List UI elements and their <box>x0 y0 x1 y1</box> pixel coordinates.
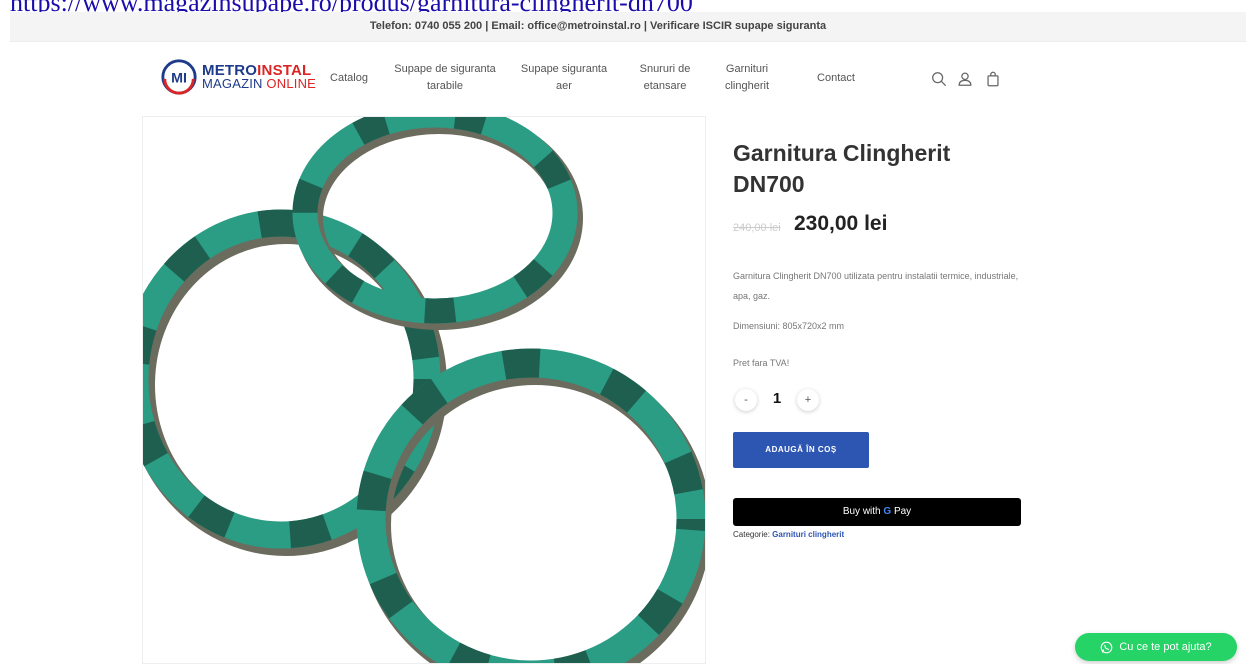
nav-catalog-label: Catalog <box>330 72 368 84</box>
logo-word-online: ONLINE <box>262 76 317 91</box>
top-info-bar: Telefon: 0740 055 200 | Email: office@me… <box>10 12 1246 42</box>
whatsapp-icon <box>1100 641 1113 653</box>
vat-note: Pret fara TVA! <box>733 358 790 368</box>
gpay-prefix: Buy with <box>842 506 884 517</box>
nav-snururi-line2: etansare <box>643 80 687 92</box>
product-title: Garnitura Clingherit DN700 <box>733 138 1033 200</box>
top-info-text: Telefon: 0740 055 200 | Email: office@me… <box>369 20 827 32</box>
nav-garnituri[interactable]: Garnituri clingherit <box>716 61 778 95</box>
category-link[interactable]: Garnituri clingherit <box>772 530 844 539</box>
svg-text:MI: MI <box>171 71 187 87</box>
nav-supape-aer-line1: Supape siguranta <box>520 63 608 75</box>
nav-supape-tarabile-line2: tarabile <box>426 80 464 92</box>
quantity-decrease-button[interactable]: - <box>735 389 757 411</box>
shopping-bag-icon[interactable] <box>984 70 1002 88</box>
add-to-cart-button[interactable]: ADAUGĂ ÎN COȘ <box>733 432 869 468</box>
logo-badge-icon: MI <box>161 59 197 95</box>
google-g-icon: G <box>883 506 892 517</box>
product-category: Categorie: Garnituri clingherit <box>733 530 844 539</box>
user-icon[interactable] <box>956 70 974 88</box>
nav-garnituri-line2: clingherit <box>724 80 770 92</box>
nav-supape-tarabile[interactable]: Supape de siguranta tarabile <box>386 61 504 95</box>
nav-snururi[interactable]: Snururi de etansare <box>628 61 702 95</box>
quantity-increase-button[interactable]: + <box>797 389 819 411</box>
product-image[interactable] <box>142 116 706 664</box>
nav-supape-aer-line2: aer <box>556 80 572 92</box>
old-price: 240,00 lei <box>733 222 781 234</box>
product-description: Garnitura Clingherit DN700 utilizata pen… <box>733 271 1019 301</box>
product-title-line2: DN700 <box>733 171 805 197</box>
nav-contact[interactable]: Contact <box>808 70 864 87</box>
product-dimensions: Dimensiuni: 805x720x2 mm <box>733 321 845 331</box>
logo-wordmark: METROINSTAL MAGAZIN ONLINE <box>202 63 317 91</box>
category-label: Categorie: <box>733 530 773 539</box>
product-title-line1: Garnitura Clingherit <box>733 140 951 166</box>
nav-snururi-line1: Snururi de <box>639 63 691 75</box>
logo-word-magazin: MAGAZIN <box>202 76 263 91</box>
nav-catalog[interactable]: Catalog <box>324 70 374 87</box>
gasket-rings-image <box>143 117 705 663</box>
gasket-ring-top <box>292 117 583 330</box>
nav-contact-label: Contact <box>817 72 855 84</box>
google-pay-button[interactable]: Buy with G Pay <box>733 498 1021 526</box>
chat-label: Cu ce te pot ajuta? <box>1119 641 1212 653</box>
gpay-suffix: Pay <box>891 506 912 517</box>
current-price: 230,00 lei <box>794 212 888 235</box>
search-icon[interactable] <box>930 70 948 88</box>
nav-supape-aer[interactable]: Supape siguranta aer <box>512 61 616 95</box>
whatsapp-chat-button[interactable]: Cu ce te pot ajuta? <box>1075 633 1237 661</box>
quantity-value[interactable]: 1 <box>765 388 789 410</box>
nav-supape-tarabile-line1: Supape de siguranta <box>394 63 496 75</box>
gasket-ring-bottom <box>356 348 705 663</box>
site-logo[interactable]: MI METROINSTAL MAGAZIN ONLINE <box>160 58 316 96</box>
nav-garnituri-line1: Garnituri <box>725 63 769 75</box>
